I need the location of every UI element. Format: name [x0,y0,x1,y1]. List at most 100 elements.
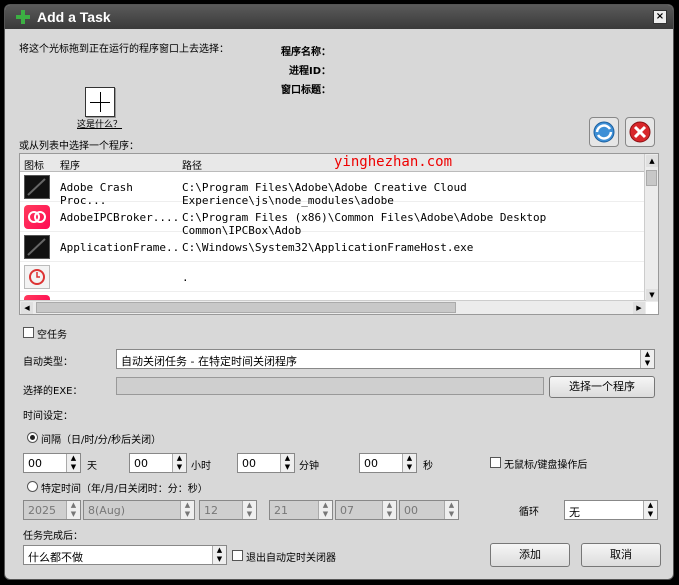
spin-arrows-icon[interactable]: ▲ ▼ [382,501,396,519]
no-input-checkbox[interactable] [490,457,501,468]
after-complete-select[interactable]: 什么都不做 ▲ ▼ [23,545,227,565]
add-plus-icon [16,10,30,24]
exe-label: 选择的EXE： [23,386,83,397]
row-program: ApplicationFrame... [60,241,180,254]
spin-arrows-icon[interactable]: ▲ ▼ [318,501,332,519]
scroll-down-icon[interactable]: ▼ [646,289,658,301]
spin-arrows-icon: ▲ ▼ [212,546,226,564]
time-settings-label: 时间设定： [23,411,73,422]
seconds-value: 00 [364,457,378,470]
scroll-up-icon[interactable]: ▲ [646,155,658,167]
watermark-text: yinghezhan.com [334,154,453,170]
add-button[interactable]: 添加 [490,543,570,567]
loop-value: 无 [569,506,580,519]
empty-task-checkbox[interactable] [23,327,34,338]
hours-value: 00 [134,457,148,470]
clear-button[interactable] [625,117,655,147]
second-value: 00 [404,504,418,517]
clock-app-icon [24,265,50,289]
add-task-dialog: Add a Task × 将这个光标拖到正在运行的程序窗口上去选择： 这是什么？… [4,4,674,580]
hour-value: 21 [274,504,288,517]
day-spinner[interactable]: 12 ▲ ▼ [199,500,257,520]
auto-type-value: 自动关闭任务 - 在特定时间关闭程序 [121,355,297,368]
auto-type-label: 自动类型： [23,357,73,368]
scroll-thumb-horizontal[interactable] [36,302,456,313]
hour-spinner[interactable]: 21 ▲ ▼ [269,500,333,520]
minutes-value: 00 [242,457,256,470]
spin-arrows-icon[interactable]: ▲ ▼ [180,501,194,519]
scroll-thumb[interactable] [646,170,657,186]
dark-app-icon [24,235,50,259]
spin-arrows-icon[interactable]: ▲ ▼ [66,501,80,519]
hours-spinner[interactable]: 00 ▲ ▼ [129,453,187,473]
title-bar: Add a Task × [5,5,673,29]
table-row[interactable]: AdobeIPCBroker.... C:\Program Files (x86… [20,203,646,237]
table-row[interactable]: ApplicationFrame... C:\Windows\System32\… [20,233,646,262]
scroll-left-icon[interactable]: ◀ [21,302,33,314]
red-x-icon [629,121,651,143]
spin-arrows-icon[interactable]: ▲ ▼ [66,454,80,472]
list-header: 图标 程序 路径 [20,154,646,172]
specific-time-radio[interactable] [27,481,38,492]
row-path: . [182,271,189,284]
row-program: AdobeIPCBroker.... [60,211,180,224]
minute-spinner[interactable]: 07 ▲ ▼ [335,500,397,520]
seconds-spinner[interactable]: 00 ▲ ▼ [359,453,417,473]
loop-select[interactable]: 无 ▲ ▼ [564,500,658,520]
refresh-button[interactable] [589,117,619,147]
horizontal-scrollbar[interactable]: ◀ ▶ [20,300,646,314]
cancel-button[interactable]: 取消 [581,543,661,567]
list-caption: 或从列表中选择一个程序： [19,141,139,152]
vertical-scrollbar[interactable]: ▲ ▼ [644,154,658,302]
hours-unit: 小时 [191,461,211,472]
spin-arrows-icon: ▲ ▼ [643,501,657,519]
what-is-this-link[interactable]: 这是什么？ [77,117,122,130]
table-row[interactable]: . [20,263,646,292]
dark-app-icon [24,175,50,199]
year-value: 2025 [28,504,56,517]
spin-arrows-icon: ▲ ▼ [640,350,654,368]
exit-app-label: 退出自动定时关闭器 [246,553,336,564]
refresh-globe-icon [593,121,615,143]
close-icon[interactable]: × [653,10,667,24]
spin-arrows-icon[interactable]: ▲ ▼ [242,501,256,519]
window-title: Add a Task [37,9,111,25]
drag-instruction: 将这个光标拖到正在运行的程序窗口上去选择： [19,44,229,55]
exe-path-field [116,377,544,395]
interval-radio[interactable] [27,432,38,443]
crosshair-finder-icon[interactable] [85,87,115,117]
month-spinner[interactable]: 8(Aug) ▲ ▼ [83,500,195,520]
minutes-unit: 分钟 [299,461,319,472]
after-complete-label: 任务完成后： [23,531,83,542]
process-id-label: 进程ID： [289,66,332,77]
scroll-right-icon[interactable]: ▶ [633,302,645,314]
choose-program-button[interactable]: 选择一个程序 [549,376,655,398]
table-row[interactable]: Adobe Crash Proc... C:\Program Files\Ado… [20,173,646,207]
minute-value: 07 [340,504,354,517]
year-spinner[interactable]: 2025 ▲ ▼ [23,500,81,520]
month-value: 8(Aug) [88,504,126,517]
day-value: 12 [204,504,218,517]
row-path: C:\Windows\System32\ApplicationFrameHost… [182,241,474,254]
minutes-spinner[interactable]: 00 ▲ ▼ [237,453,295,473]
column-icon: 图标 [24,161,44,172]
spin-arrows-icon[interactable]: ▲ ▼ [280,454,294,472]
column-program: 程序 [60,161,80,172]
days-spinner[interactable]: 00 ▲ ▼ [23,453,81,473]
spin-arrows-icon[interactable]: ▲ ▼ [402,454,416,472]
auto-type-select[interactable]: 自动关闭任务 - 在特定时间关闭程序 ▲ ▼ [116,349,655,369]
days-value: 00 [28,457,42,470]
program-list[interactable]: 图标 程序 路径 Adobe Crash Proc... C:\Program … [19,153,659,315]
spin-arrows-icon[interactable]: ▲ ▼ [172,454,186,472]
after-complete-value: 什么都不做 [28,551,83,564]
empty-task-label: 空任务 [37,330,67,341]
loop-label: 循环 [519,507,539,518]
creative-cloud-icon [24,205,50,229]
second-spinner[interactable]: 00 ▲ ▼ [399,500,459,520]
seconds-unit: 秒 [423,461,433,472]
interval-label: 间隔（日/时/分/秒后关闭） [41,435,162,446]
spin-arrows-icon[interactable]: ▲ ▼ [444,501,458,519]
window-title-label: 窗口标题： [281,85,331,96]
exit-app-checkbox[interactable] [232,550,243,561]
specific-time-label: 特定时间（年/月/日关闭时：分：秒） [41,484,208,495]
